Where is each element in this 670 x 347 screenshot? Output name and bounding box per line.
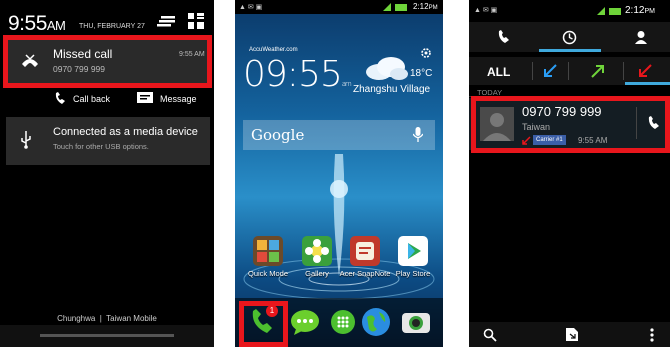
active-tab-indicator xyxy=(539,49,601,52)
google-search-label: Google xyxy=(251,126,305,144)
usb-title: Connected as a media device xyxy=(53,126,198,138)
usb-icon xyxy=(20,131,32,149)
quick-settings-icon[interactable] xyxy=(157,14,177,28)
highlight-box-missed-call xyxy=(3,35,212,88)
filter-incoming-icon[interactable] xyxy=(542,63,558,79)
usb-notification[interactable]: Connected as a media device Touch for ot… xyxy=(6,117,210,165)
signal-battery-icons xyxy=(383,2,409,12)
highlight-box-phone xyxy=(239,301,288,347)
cloud-weather-icon xyxy=(363,54,409,82)
status-bar: ▲ ✉ ▣ 2:12PM xyxy=(235,0,443,14)
call-back-button[interactable]: Call back xyxy=(73,94,110,104)
gallery-icon xyxy=(302,236,332,266)
accuweather-brand: AccuWeather.com xyxy=(249,47,298,53)
notification-shade-screen: 9:55AM THU, FEBRUARY 27 Missed call 0970… xyxy=(0,0,214,347)
status-time: 2:12PM xyxy=(625,5,655,16)
bottom-action-bar xyxy=(469,322,670,347)
home-screen: ▲ ✉ ▣ 2:12PM AccuWeather.com 09:55am 18°… xyxy=(235,0,443,347)
clock-time: 9:55AM xyxy=(8,12,66,35)
status-time: 2:12PM xyxy=(413,2,438,11)
call-log-screen: ▲ ✉ ▣ 2:12PM ALL TODAY 0970 799 999 Taiw… xyxy=(469,0,670,347)
tab-recent-icon[interactable] xyxy=(562,30,577,45)
weather-location: Zhangshu Village xyxy=(353,84,431,95)
divider xyxy=(532,62,533,80)
message-icon xyxy=(137,92,153,104)
dock-app-drawer-button[interactable] xyxy=(330,309,356,335)
dialpad-icon[interactable] xyxy=(565,327,579,342)
quick-mode-icon xyxy=(253,236,283,266)
settings-grid-icon[interactable] xyxy=(187,12,205,30)
dock-browser-button[interactable] xyxy=(361,307,391,337)
app-label: Play Store xyxy=(395,269,431,278)
dialer-tabs xyxy=(469,22,670,52)
dock-camera-button[interactable] xyxy=(401,309,431,335)
highlight-box-call-entry xyxy=(471,96,670,153)
call-back-icon xyxy=(54,91,68,105)
filter-missed-icon[interactable] xyxy=(637,63,653,79)
shade-handle-bar[interactable] xyxy=(0,325,214,347)
divider xyxy=(623,62,624,80)
app-label: Gallery xyxy=(305,269,329,278)
carrier-label: Chunghwa | Taiwan Mobile xyxy=(57,314,157,323)
play-store-icon xyxy=(398,236,428,266)
microphone-icon[interactable] xyxy=(413,127,423,143)
notification-icons: ▲ ✉ ▣ xyxy=(239,4,263,11)
notification-icons: ▲ ✉ ▣ xyxy=(474,7,498,14)
overflow-menu-icon[interactable] xyxy=(650,328,654,342)
filter-all[interactable]: ALL xyxy=(487,65,510,79)
app-label: Acer SnapNote xyxy=(339,269,391,278)
snapnote-icon xyxy=(350,236,380,266)
active-filter-indicator xyxy=(625,82,670,85)
status-bar: ▲ ✉ ▣ 2:12PM xyxy=(469,0,670,22)
divider xyxy=(568,62,569,80)
signal-battery-icons xyxy=(597,6,623,16)
temperature: 18°C xyxy=(410,68,433,79)
tab-dialer-icon[interactable] xyxy=(497,30,511,44)
google-search-bar[interactable]: Google xyxy=(243,120,435,150)
search-icon[interactable] xyxy=(483,328,497,342)
filter-outgoing-icon[interactable] xyxy=(590,63,606,79)
message-button[interactable]: Message xyxy=(160,94,197,104)
date-label: THU, FEBRUARY 27 xyxy=(79,23,145,30)
usb-subtitle: Touch for other USB options. xyxy=(53,142,149,151)
app-label: Quick Mode xyxy=(247,269,289,278)
dock-messaging-button[interactable] xyxy=(290,309,320,335)
tab-contacts-icon[interactable] xyxy=(634,30,648,44)
weather-settings-icon[interactable] xyxy=(420,47,432,59)
home-clock[interactable]: 09:55am xyxy=(243,54,352,95)
call-filter-bar: ALL xyxy=(469,57,670,85)
